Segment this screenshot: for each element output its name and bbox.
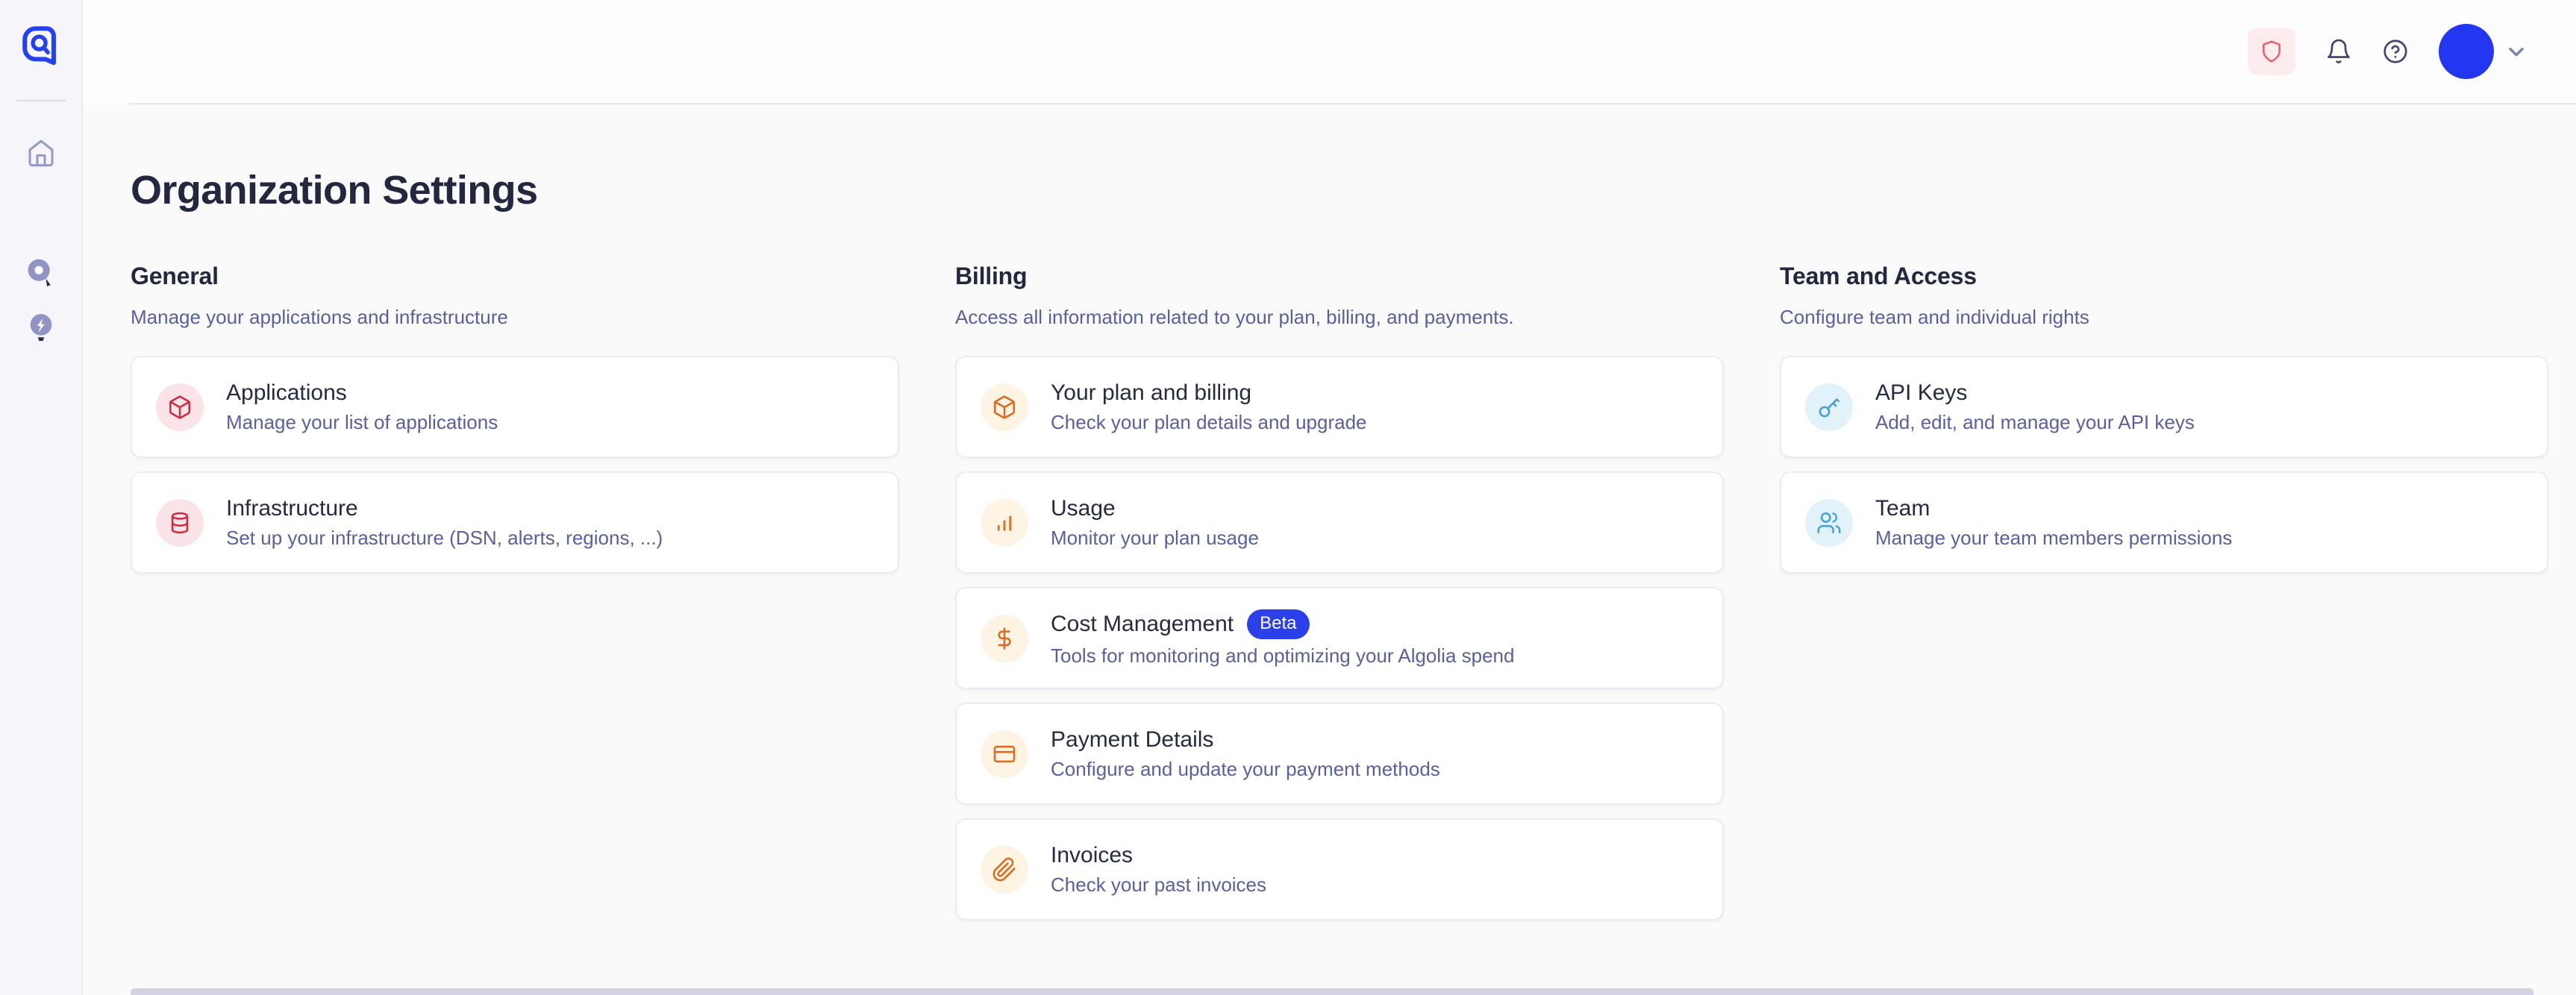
section-title: Team and Access bbox=[1780, 263, 2548, 290]
section-team-and-access: Team and Access Configure team and indiv… bbox=[1780, 263, 2548, 574]
sidebar-divider bbox=[16, 100, 66, 101]
shield-icon bbox=[2260, 40, 2283, 63]
page-title: Organization Settings bbox=[131, 167, 2549, 213]
paperclip-icon bbox=[981, 846, 1028, 894]
sidebar-item-home[interactable] bbox=[24, 136, 58, 170]
card-subtitle: Tools for monitoring and optimizing your… bbox=[1051, 644, 1514, 668]
notifications-button[interactable] bbox=[2325, 38, 2352, 65]
section-subtitle: Access all information related to your p… bbox=[955, 306, 1724, 329]
settings-columns: General Manage your applications and inf… bbox=[131, 263, 2549, 920]
sidebar bbox=[0, 0, 83, 995]
chevron-down-icon bbox=[2504, 40, 2528, 63]
card-title: Payment Details bbox=[1051, 727, 1213, 753]
sidebar-item-search[interactable] bbox=[24, 257, 58, 291]
below-fold-element-edge bbox=[131, 988, 2533, 995]
card-subtitle: Manage your team members permissions bbox=[1875, 527, 2232, 550]
dollar-icon bbox=[981, 615, 1028, 662]
database-icon bbox=[156, 499, 204, 547]
card-cost-management[interactable]: Cost Management Beta Tools for monitorin… bbox=[955, 587, 1724, 689]
section-title: General bbox=[131, 263, 899, 290]
card-subtitle: Manage your list of applications bbox=[226, 411, 498, 434]
section-subtitle: Manage your applications and infrastruct… bbox=[131, 306, 899, 329]
card-api-keys[interactable]: API Keys Add, edit, and manage your API … bbox=[1780, 356, 2548, 458]
card-subtitle: Add, edit, and manage your API keys bbox=[1875, 411, 2195, 434]
users-icon bbox=[1805, 499, 1853, 547]
card-title: Invoices bbox=[1051, 843, 1133, 868]
card-title: API Keys bbox=[1875, 380, 1967, 406]
card-invoices[interactable]: Invoices Check your past invoices bbox=[955, 818, 1724, 920]
main-content: Organization Settings General Manage you… bbox=[83, 104, 2576, 995]
card-title: Usage bbox=[1051, 496, 1116, 521]
section-title: Billing bbox=[955, 263, 1724, 290]
card-subtitle: Configure and update your payment method… bbox=[1051, 758, 1440, 781]
algolia-logo-icon[interactable] bbox=[19, 22, 63, 67]
card-title: Cost Management bbox=[1051, 612, 1234, 637]
card-infrastructure[interactable]: Infrastructure Set up your infrastructur… bbox=[131, 471, 899, 574]
beta-badge: Beta bbox=[1247, 609, 1309, 639]
section-general: General Manage your applications and inf… bbox=[131, 263, 899, 574]
card-subtitle: Monitor your plan usage bbox=[1051, 527, 1259, 550]
card-team[interactable]: Team Manage your team members permission… bbox=[1780, 471, 2548, 574]
help-circle-icon bbox=[2382, 38, 2409, 65]
card-usage[interactable]: Usage Monitor your plan usage bbox=[955, 471, 1724, 574]
card-subtitle: Check your plan details and upgrade bbox=[1051, 411, 1367, 434]
help-button[interactable] bbox=[2382, 38, 2409, 65]
section-subtitle: Configure team and individual rights bbox=[1780, 306, 2548, 329]
package-icon bbox=[156, 383, 204, 431]
card-subtitle: Set up your infrastructure (DSN, alerts,… bbox=[226, 527, 663, 550]
search-icon bbox=[24, 257, 58, 291]
lightbulb-bolt-icon bbox=[25, 311, 57, 344]
bell-icon bbox=[2325, 38, 2352, 65]
card-your-plan-and-billing[interactable]: Your plan and billing Check your plan de… bbox=[955, 356, 1724, 458]
key-icon bbox=[1805, 383, 1853, 431]
top-bar bbox=[83, 0, 2576, 103]
credit-card-icon bbox=[981, 730, 1028, 778]
account-menu[interactable] bbox=[2439, 24, 2528, 79]
card-title: Your plan and billing bbox=[1051, 380, 1251, 406]
sidebar-item-recommend[interactable] bbox=[24, 310, 58, 345]
card-payment-details[interactable]: Payment Details Configure and update you… bbox=[955, 703, 1724, 805]
card-applications[interactable]: Applications Manage your list of applica… bbox=[131, 356, 899, 458]
package-icon bbox=[981, 383, 1028, 431]
security-shield-button[interactable] bbox=[2248, 28, 2295, 75]
section-billing: Billing Access all information related t… bbox=[955, 263, 1724, 920]
avatar bbox=[2439, 24, 2494, 79]
card-title: Infrastructure bbox=[226, 496, 358, 521]
card-title: Team bbox=[1875, 496, 1930, 521]
home-icon bbox=[26, 138, 56, 168]
card-title: Applications bbox=[226, 380, 347, 406]
bar-chart-icon bbox=[981, 499, 1028, 547]
card-subtitle: Check your past invoices bbox=[1051, 873, 1266, 897]
